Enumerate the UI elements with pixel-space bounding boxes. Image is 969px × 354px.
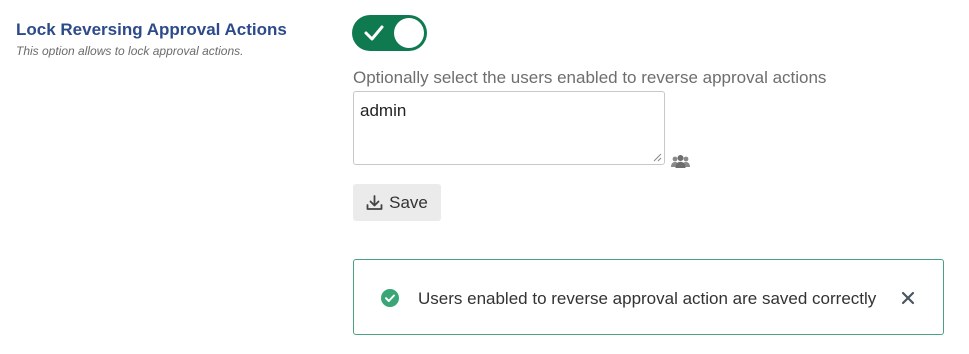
users-field-label: Optionally select the users enabled to r… — [353, 68, 827, 87]
toggle-knob — [394, 18, 424, 48]
save-button[interactable]: Save — [353, 184, 441, 221]
setting-title: Lock Reversing Approval Actions — [16, 20, 287, 39]
download-icon — [366, 195, 383, 210]
users-textarea[interactable]: admin — [353, 91, 665, 165]
check-circle-icon — [381, 289, 399, 307]
users-group-icon[interactable] — [670, 154, 691, 168]
settings-page: Lock Reversing Approval Actions This opt… — [0, 0, 969, 354]
save-button-label: Save — [389, 192, 428, 212]
setting-description: This option allows to lock approval acti… — [16, 44, 244, 58]
alert-message: Users enabled to reverse approval action… — [418, 289, 877, 308]
lock-reversing-toggle[interactable] — [352, 15, 427, 51]
success-alert: Users enabled to reverse approval action… — [353, 259, 944, 335]
resize-grip-icon[interactable] — [652, 152, 662, 162]
checkmark-icon — [364, 25, 384, 41]
close-icon[interactable] — [900, 290, 916, 306]
